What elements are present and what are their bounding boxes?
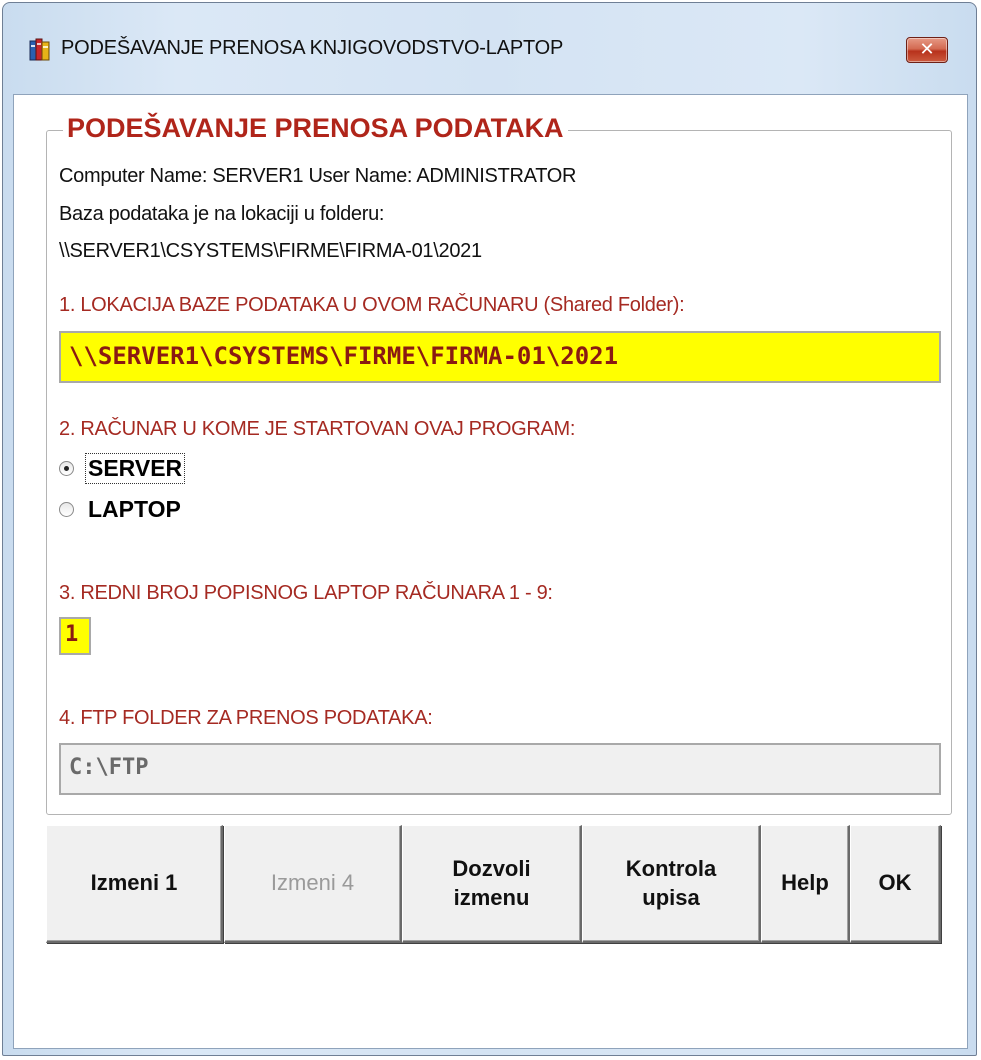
database-location-label: 1. LOKACIJA BAZE PODATAKA U OVOM RAČUNAR… [59, 294, 685, 316]
window-title: PODEŠAVANJE PRENOSA KNJIGOVODSTVO-LAPTOP [61, 37, 564, 59]
ftp-folder-label: 4. FTP FOLDER ZA PRENOS PODATAKA: [59, 707, 433, 729]
groupbox-title: PODEŠAVANJE PRENOSA PODATAKA [63, 113, 568, 144]
laptop-number-label: 3. REDNI BROJ POPISNOG LAPTOP RAČUNARA 1… [59, 582, 553, 604]
ftp-folder-field: C:\FTP [59, 743, 941, 795]
kontrola-upisa-button[interactable]: Kontrola upisa [582, 825, 761, 943]
title-bar[interactable]: PODEŠAVANJE PRENOSA KNJIGOVODSTVO-LAPTOP… [3, 3, 976, 93]
dialog-client-area: PODEŠAVANJE PRENOSA PODATAKA Computer Na… [13, 94, 968, 1049]
dozvoli-izmenu-button[interactable]: Dozvoli izmenu [402, 825, 582, 943]
help-button[interactable]: Help [761, 825, 850, 943]
radio-laptop-label[interactable]: LAPTOP [86, 495, 183, 524]
radio-laptop[interactable]: LAPTOP [59, 493, 183, 525]
database-location-field[interactable]: \\SERVER1\CSYSTEMS\FIRME\FIRMA-01\2021 [59, 331, 941, 383]
close-button[interactable]: ✕ [906, 37, 948, 63]
database-location-path: \\SERVER1\CSYSTEMS\FIRME\FIRMA-01\2021 [59, 240, 482, 262]
settings-groupbox: PODEŠAVANJE PRENOSA PODATAKA Computer Na… [46, 113, 952, 815]
computer-user-info: Computer Name: SERVER1 User Name: ADMINI… [59, 165, 577, 187]
radio-server-label[interactable]: SERVER [84, 452, 186, 484]
computer-type-label: 2. RAČUNAR U KOME JE STARTOVAN OVAJ PROG… [59, 418, 576, 440]
radio-server[interactable]: SERVER [59, 452, 186, 484]
database-location-caption: Baza podataka je na lokaciji u folderu: [59, 203, 385, 225]
izmeni-4-button: Izmeni 4 [224, 825, 402, 943]
ok-button[interactable]: OK [850, 825, 941, 943]
radio-server-indicator[interactable] [59, 460, 74, 476]
izmeni-1-button[interactable]: Izmeni 1 [46, 825, 223, 943]
laptop-number-field[interactable]: 1 [59, 617, 91, 655]
close-icon: ✕ [919, 39, 935, 60]
radio-laptop-indicator[interactable] [59, 501, 74, 517]
books-app-icon [29, 38, 50, 61]
dialog-window: PODEŠAVANJE PRENOSA KNJIGOVODSTVO-LAPTOP… [2, 2, 977, 1056]
